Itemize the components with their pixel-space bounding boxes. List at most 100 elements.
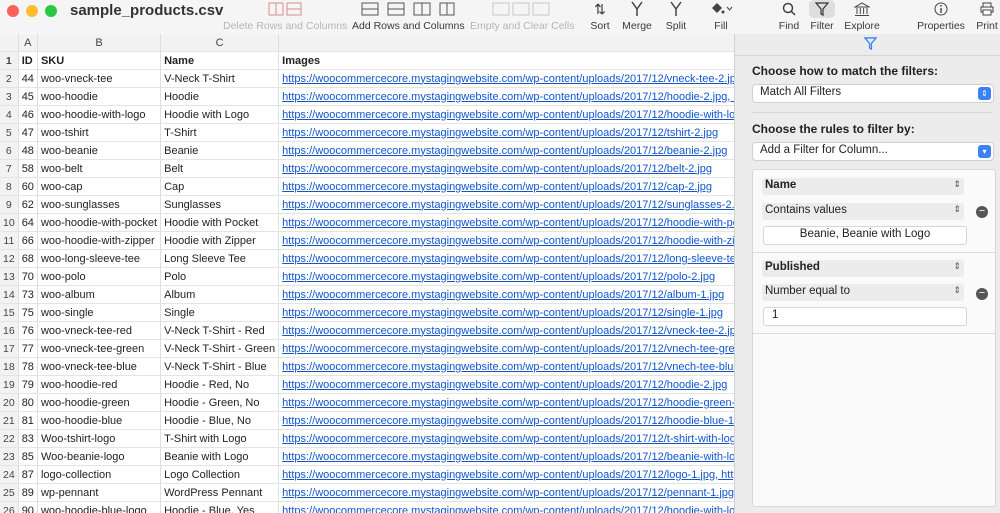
- cell-sku[interactable]: woo-hoodie-with-pocket: [37, 213, 162, 232]
- cell-name[interactable]: Hoodie with Zipper: [160, 231, 280, 250]
- cell-sku[interactable]: woo-hoodie-with-logo: [37, 105, 162, 124]
- empty-clear-cells-button[interactable]: Empty and Clear Cells: [470, 0, 574, 34]
- cell-name[interactable]: Sunglasses: [160, 195, 280, 214]
- cell-images[interactable]: https://woocommercecore.mystagingwebsite…: [278, 69, 734, 88]
- table-row[interactable]: 10 64 woo-hoodie-with-pocket Hoodie with Po…: [0, 213, 734, 232]
- image-url-link[interactable]: https://woocommercecore.mystagingwebsite…: [282, 145, 727, 157]
- row-number[interactable]: 10: [0, 213, 19, 232]
- table-row[interactable]: 5 47 woo-tshirt T-Shirt https://woocommercec…: [0, 123, 734, 142]
- cell-sku[interactable]: woo-hoodie-blue: [37, 411, 162, 430]
- cell-name[interactable]: WordPress Pennant: [160, 483, 280, 502]
- cell-name[interactable]: V-Neck T-Shirt: [160, 69, 280, 88]
- table-row[interactable]: 9 62 woo-sunglasses Sunglasses https://wooco…: [0, 195, 734, 214]
- cell-name[interactable]: Beanie with Logo: [160, 447, 280, 466]
- table-row[interactable]: 17 77 woo-vneck-tee-green V-Neck T-Shirt - …: [0, 339, 734, 358]
- row-number[interactable]: 16: [0, 321, 19, 340]
- cell-id[interactable]: 80: [18, 393, 38, 412]
- rule-value-field[interactable]: 1: [763, 307, 967, 326]
- cell-name[interactable]: Album: [160, 285, 280, 304]
- cell-images[interactable]: https://woocommercecore.mystagingwebsite…: [278, 339, 734, 358]
- cell-sku[interactable]: wp-pennant: [37, 483, 162, 502]
- row-number[interactable]: 19: [0, 375, 19, 394]
- table-row[interactable]: 24 87 logo-collection Logo Collection https:…: [0, 465, 734, 484]
- image-url-link[interactable]: https://woocommercecore.mystagingwebsite…: [282, 397, 734, 409]
- cell-sku[interactable]: woo-beanie: [37, 141, 162, 160]
- image-url-link[interactable]: https://woocommercecore.mystagingwebsite…: [282, 217, 734, 229]
- cell-sku[interactable]: woo-single: [37, 303, 162, 322]
- row-number[interactable]: 21: [0, 411, 19, 430]
- delete-rows-columns-button[interactable]: Delete Rows and Columns: [223, 0, 347, 34]
- cell-name[interactable]: Polo: [160, 267, 280, 286]
- cell-id[interactable]: 79: [18, 375, 38, 394]
- cell-images[interactable]: https://woocommercecore.mystagingwebsite…: [278, 267, 734, 286]
- image-url-link[interactable]: https://woocommercecore.mystagingwebsite…: [282, 109, 734, 121]
- match-filters-select[interactable]: Match All Filters ⇕: [752, 84, 994, 103]
- column-letter-b[interactable]: B: [37, 34, 162, 52]
- cell-images[interactable]: https://woocommercecore.mystagingwebsite…: [278, 105, 734, 124]
- row-number[interactable]: 18: [0, 357, 19, 376]
- add-filter-select[interactable]: Add a Filter for Column... ▾: [752, 142, 994, 161]
- image-url-link[interactable]: https://woocommercecore.mystagingwebsite…: [282, 469, 734, 481]
- column-letter-a[interactable]: A: [18, 34, 38, 52]
- cell-sku[interactable]: woo-belt: [37, 159, 162, 178]
- row-number[interactable]: 8: [0, 177, 19, 196]
- row-number[interactable]: 9: [0, 195, 19, 214]
- row-number[interactable]: 12: [0, 249, 19, 268]
- column-letter-c[interactable]: C: [160, 34, 280, 52]
- cell-id[interactable]: 64: [18, 213, 38, 232]
- image-url-link[interactable]: https://woocommercecore.mystagingwebsite…: [282, 127, 718, 139]
- header-images[interactable]: Images: [278, 51, 734, 70]
- cell-sku[interactable]: woo-long-sleeve-tee: [37, 249, 162, 268]
- table-row[interactable]: 4 46 woo-hoodie-with-logo Hoodie with Logo h…: [0, 105, 734, 124]
- table-row[interactable]: 12 68 woo-long-sleeve-tee Long Sleeve Tee ht…: [0, 249, 734, 268]
- cell-images[interactable]: https://woocommercecore.mystagingwebsite…: [278, 177, 734, 196]
- cell-name[interactable]: T-Shirt: [160, 123, 280, 142]
- cell-name[interactable]: Hoodie - Red, No: [160, 375, 280, 394]
- find-button[interactable]: Find: [775, 0, 803, 34]
- image-url-link[interactable]: https://woocommercecore.mystagingwebsite…: [282, 91, 734, 103]
- row-number[interactable]: 22: [0, 429, 19, 448]
- table-row[interactable]: 13 70 woo-polo Polo https://woocommercecore.…: [0, 267, 734, 286]
- rule-value-field[interactable]: Beanie, Beanie with Logo: [763, 226, 967, 245]
- cell-id[interactable]: 77: [18, 339, 38, 358]
- cell-sku[interactable]: Woo-beanie-logo: [37, 447, 162, 466]
- cell-id[interactable]: 62: [18, 195, 38, 214]
- cell-images[interactable]: https://woocommercecore.mystagingwebsite…: [278, 483, 734, 502]
- column-letter-d[interactable]: D: [278, 34, 734, 52]
- image-url-link[interactable]: https://woocommercecore.mystagingwebsite…: [282, 253, 734, 265]
- table-row[interactable]: 22 83 Woo-tshirt-logo T-Shirt with Logo http…: [0, 429, 734, 448]
- image-url-link[interactable]: https://woocommercecore.mystagingwebsite…: [282, 289, 724, 301]
- row-number[interactable]: 24: [0, 465, 19, 484]
- cell-id[interactable]: 60: [18, 177, 38, 196]
- image-url-link[interactable]: https://woocommercecore.mystagingwebsite…: [282, 379, 727, 391]
- cell-name[interactable]: Hoodie - Blue, No: [160, 411, 280, 430]
- cell-images[interactable]: https://woocommercecore.mystagingwebsite…: [278, 231, 734, 250]
- cell-sku[interactable]: woo-hoodie-blue-logo: [37, 501, 162, 513]
- cell-id[interactable]: 75: [18, 303, 38, 322]
- cell-name[interactable]: Hoodie: [160, 87, 280, 106]
- cell-images[interactable]: https://woocommercecore.mystagingwebsite…: [278, 285, 734, 304]
- image-url-link[interactable]: https://woocommercecore.mystagingwebsite…: [282, 163, 712, 175]
- table-row[interactable]: 19 79 woo-hoodie-red Hoodie - Red, No https:…: [0, 375, 734, 394]
- cell-sku[interactable]: woo-album: [37, 285, 162, 304]
- table-row[interactable]: 6 48 woo-beanie Beanie https://woocommerceco…: [0, 141, 734, 160]
- cell-id[interactable]: 47: [18, 123, 38, 142]
- remove-rule-button[interactable]: −: [976, 288, 988, 300]
- cell-images[interactable]: https://woocommercecore.mystagingwebsite…: [278, 465, 734, 484]
- cell-sku[interactable]: woo-sunglasses: [37, 195, 162, 214]
- rule-column-select[interactable]: Published ⇕: [762, 260, 964, 277]
- table-row[interactable]: 8 60 woo-cap Cap https://woocommercecore.mys…: [0, 177, 734, 196]
- properties-button[interactable]: Properties: [916, 0, 966, 34]
- cell-name[interactable]: V-Neck T-Shirt - Blue: [160, 357, 280, 376]
- row-number[interactable]: 6: [0, 141, 19, 160]
- table-row[interactable]: 3 45 woo-hoodie Hoodie https://woocommerceco…: [0, 87, 734, 106]
- header-name[interactable]: Name: [160, 51, 280, 70]
- cell-id[interactable]: 68: [18, 249, 38, 268]
- minimize-window-button[interactable]: [26, 5, 38, 17]
- cell-name[interactable]: V-Neck T-Shirt - Red: [160, 321, 280, 340]
- cell-images[interactable]: https://woocommercecore.mystagingwebsite…: [278, 141, 734, 160]
- row-number[interactable]: 3: [0, 87, 19, 106]
- cell-images[interactable]: https://woocommercecore.mystagingwebsite…: [278, 429, 734, 448]
- cell-sku[interactable]: woo-hoodie-with-zipper: [37, 231, 162, 250]
- cell-images[interactable]: https://woocommercecore.mystagingwebsite…: [278, 357, 734, 376]
